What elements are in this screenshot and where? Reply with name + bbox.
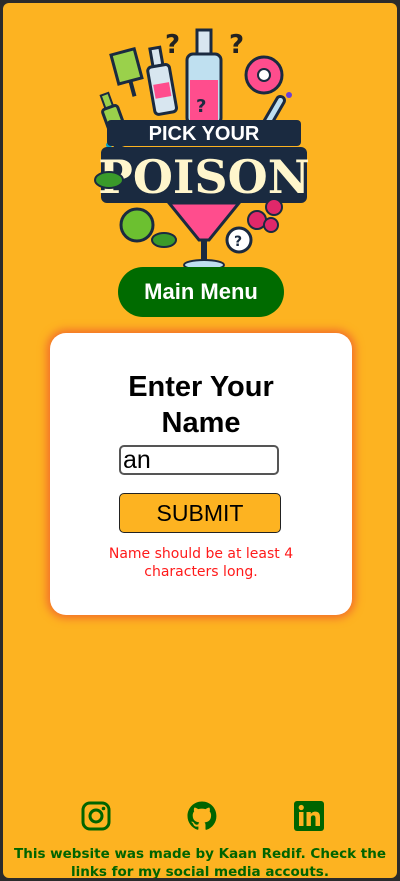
- svg-text:?: ?: [165, 30, 180, 60]
- logo-text-line1: PICK YOUR: [149, 123, 260, 145]
- footer-credit-text: This website was made by Kaan Redif. Che…: [14, 846, 386, 878]
- main-menu-label: Main Menu: [144, 279, 258, 304]
- card-title: Enter Your Name: [128, 371, 274, 439]
- submit-label: SUBMIT: [156, 499, 244, 526]
- pick-your-poison-logo: ? ? ? PICK YOUR POISON ?: [89, 25, 319, 271]
- instagram-icon[interactable]: [80, 800, 112, 832]
- svg-text:?: ?: [196, 96, 206, 117]
- logo-text-line2: POISON: [98, 150, 310, 204]
- svg-text:?: ?: [229, 30, 244, 60]
- github-icon[interactable]: [186, 800, 218, 832]
- submit-button[interactable]: SUBMIT: [119, 493, 281, 533]
- linkedin-icon[interactable]: [293, 800, 325, 832]
- svg-text:?: ?: [234, 234, 242, 250]
- main-menu-button[interactable]: Main Menu: [118, 267, 284, 317]
- page: ? ? ? PICK YOUR POISON ? Main Menu Enter…: [3, 3, 397, 878]
- name-entry-card: Enter Your Name SUBMIT Name should be at…: [50, 333, 352, 615]
- name-input[interactable]: [119, 445, 279, 475]
- error-message: Name should be at least 4 characters lon…: [108, 546, 294, 580]
